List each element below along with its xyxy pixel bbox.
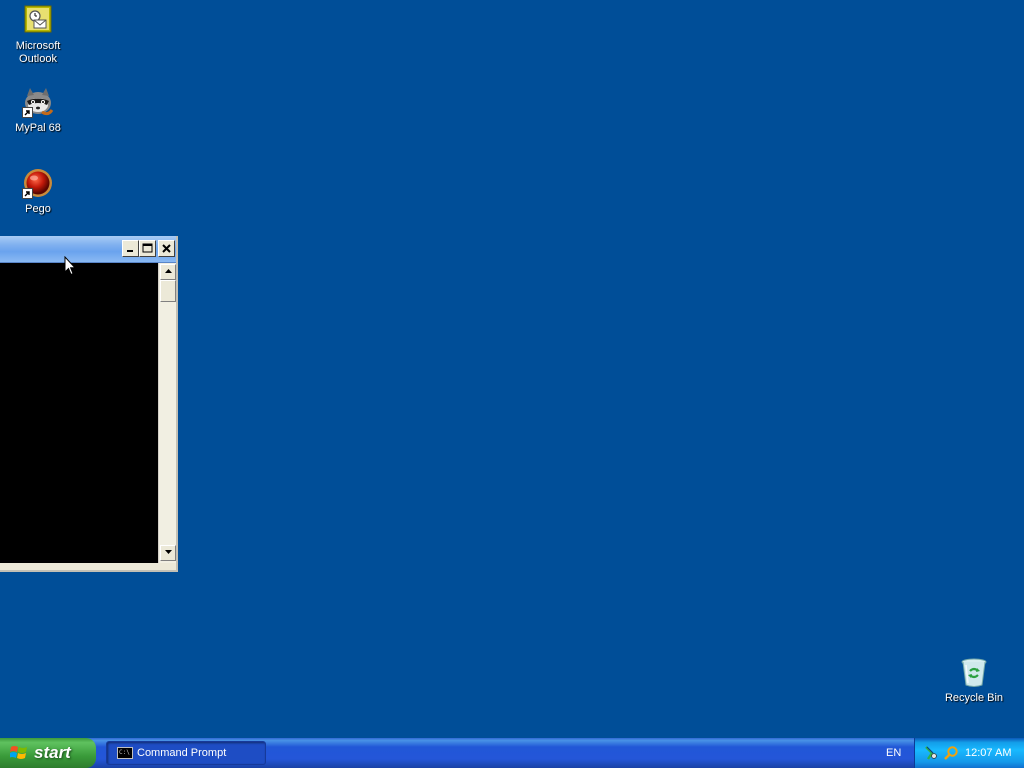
desktop: Microsoft Outlook MyPal 68 Pego Recycle … [0, 0, 1024, 738]
maximize-button[interactable] [139, 240, 156, 257]
desktop-icon-label: MyPal 68 [15, 122, 61, 134]
shortcut-arrow-icon [22, 107, 33, 118]
vertical-scrollbar[interactable] [158, 263, 176, 563]
start-label: start [34, 743, 71, 762]
console-output-area[interactable] [0, 263, 158, 563]
desktop-icon-label: Recycle Bin [944, 692, 1004, 704]
language-indicator[interactable]: EN [886, 738, 901, 768]
desktop-icon-pego[interactable]: Pego [0, 167, 76, 216]
network-icon[interactable] [923, 745, 939, 761]
clock[interactable]: 12:07 AM [965, 738, 1011, 768]
close-button[interactable] [158, 240, 175, 257]
scroll-down-button[interactable] [160, 545, 176, 561]
start-button[interactable]: start [0, 738, 96, 768]
desktop-icon-label: Microsoft Outlook [0, 40, 76, 66]
pego-red-orb-icon [22, 167, 54, 199]
windows-logo-icon [10, 746, 27, 759]
system-tray: 12:07 AM [914, 738, 1024, 768]
desktop-icon-label-line1: Microsoft [15, 40, 61, 52]
close-icon [162, 244, 171, 253]
recycle-bin-icon [958, 656, 990, 688]
minimize-icon [127, 250, 133, 252]
maximize-icon [142, 243, 153, 253]
arrow-down-icon [164, 550, 172, 554]
search-icon[interactable] [943, 745, 959, 761]
mypal-raccoon-icon [22, 86, 54, 118]
cmd-icon: C:\ [117, 747, 133, 759]
taskbar-button-label: Command Prompt [137, 747, 227, 759]
desktop-icon-mypal-68[interactable]: MyPal 68 [0, 86, 76, 135]
taskbar-button-command-prompt[interactable]: C:\ Command Prompt [106, 741, 266, 765]
minimize-button[interactable] [122, 240, 139, 257]
desktop-icon-recycle-bin[interactable]: Recycle Bin [936, 656, 1012, 705]
taskbar: start C:\ Command Prompt EN 12:07 AM [0, 738, 1024, 768]
scrollbar-thumb[interactable] [160, 280, 176, 302]
window-title-bar[interactable] [0, 236, 176, 263]
outlook-icon [22, 4, 54, 36]
desktop-icon-microsoft-outlook[interactable]: Microsoft Outlook [0, 4, 76, 66]
shortcut-arrow-icon [22, 188, 33, 199]
arrow-up-icon [164, 269, 172, 273]
desktop-icon-label: Pego [25, 203, 51, 215]
command-prompt-window[interactable] [0, 236, 178, 572]
desktop-icon-label-line2: Outlook [19, 53, 57, 65]
scroll-up-button[interactable] [160, 264, 176, 280]
